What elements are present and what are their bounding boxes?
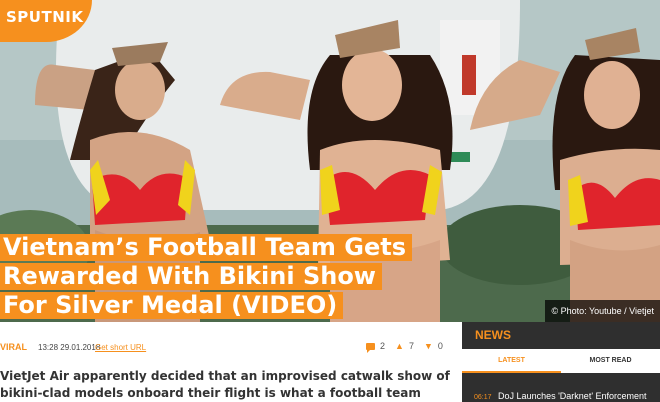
category-link[interactable]: VIRAL	[0, 342, 27, 352]
photo-credit: © Photo: Youtube / Vietjet	[545, 300, 660, 322]
headline-line: For Silver Medal (VIDEO)	[0, 292, 344, 319]
article-headline: Vietnam’s Football Team Gets Rewarded Wi…	[0, 234, 412, 321]
dislikes-count[interactable]: ▲ 0	[423, 341, 443, 352]
headline-line: Rewarded With Bikini Show	[0, 263, 382, 290]
likes-count[interactable]: ▲ 7	[395, 341, 414, 351]
dislikes-value: 0	[437, 341, 443, 351]
article-meta: VIRAL 13:28 29.01.2018 Get short URL 2 ▲…	[0, 322, 462, 368]
news-sidebar: NEWS LATEST MOST READ 06:17 DoJ Launches…	[462, 322, 660, 402]
news-item-title: DoJ Launches 'Darknet' Enforcement	[498, 391, 647, 401]
likes-value: 7	[408, 341, 414, 351]
tab-most-read[interactable]: MOST READ	[561, 349, 660, 373]
comment-icon	[366, 342, 375, 353]
article-lead: VietJet Air apparently decided that an i…	[0, 369, 450, 400]
hero-image[interactable]: SPUTNIK Vietnam’s Football Team Gets Rew…	[0, 0, 660, 322]
article-stats: 2 ▲ 7 ▲ 0	[366, 341, 443, 353]
news-title: NEWS	[475, 328, 511, 342]
news-item-time: 06:17	[474, 394, 492, 401]
comments-value: 2	[380, 341, 386, 351]
tab-latest[interactable]: LATEST	[462, 349, 561, 373]
thumbs-up-icon: ▲	[395, 340, 404, 351]
logo-text: SPUTNIK	[6, 8, 84, 26]
publish-datetime: 13:28 29.01.2018	[38, 343, 101, 352]
thumbs-down-icon: ▲	[423, 341, 433, 352]
news-list-item[interactable]: 06:17 DoJ Launches 'Darknet' Enforcement	[474, 391, 647, 401]
headline-line: Vietnam’s Football Team Gets	[0, 234, 412, 261]
short-url-link[interactable]: Get short URL	[95, 343, 146, 352]
comments-count[interactable]: 2	[366, 341, 386, 353]
news-tabs: LATEST MOST READ	[462, 349, 660, 373]
